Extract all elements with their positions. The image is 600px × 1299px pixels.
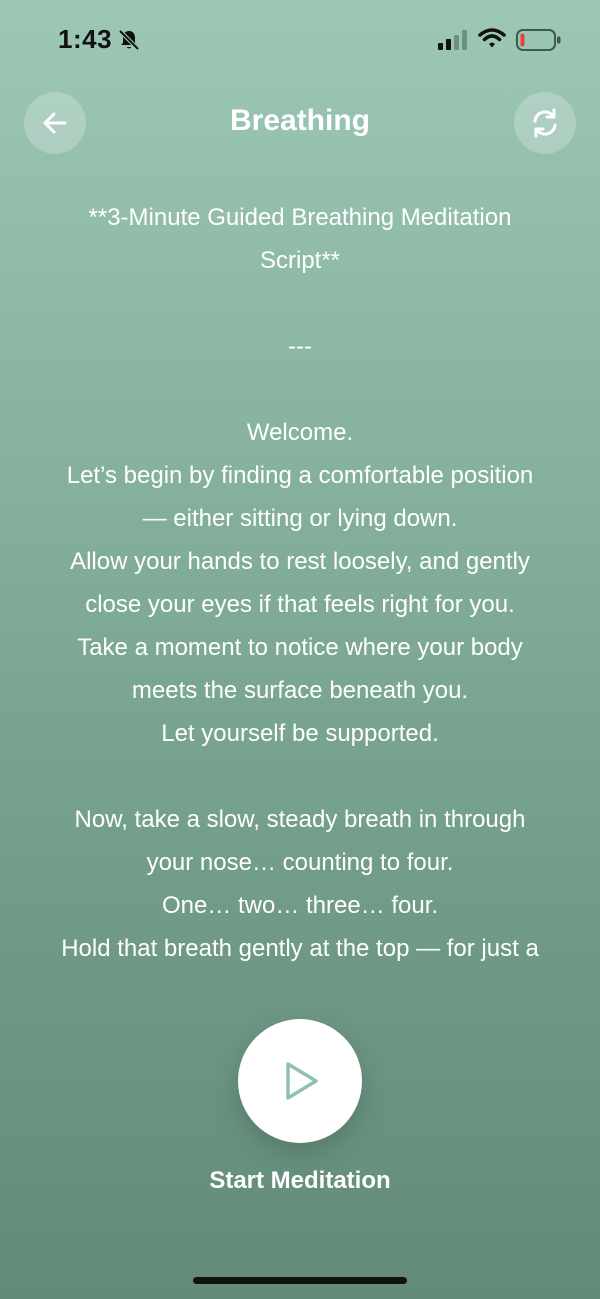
- script-line: Hold that breath gently at the top — for…: [61, 935, 539, 962]
- page-title: Breathing: [229, 104, 370, 137]
- script-line: Now, take a slow, steady breath in throu…: [74, 806, 526, 833]
- signal-icon: [438, 30, 467, 50]
- wifi-icon: [478, 28, 506, 48]
- play-button[interactable]: [238, 1019, 362, 1143]
- status-bar: 1:43: [0, 0, 600, 80]
- script-line: Take a moment to notice where your body: [77, 634, 523, 661]
- script-title: Script**: [259, 247, 341, 274]
- script-line: Let’s begin by finding a comfortable pos…: [66, 462, 534, 489]
- script-title: **3-Minute Guided Breathing Meditation: [88, 204, 512, 231]
- battery-low-icon: [516, 29, 561, 51]
- home-indicator[interactable]: [193, 1277, 407, 1284]
- script-line: Let yourself be supported.: [161, 720, 439, 747]
- status-time: 1:43: [58, 24, 113, 54]
- script-line: — either sitting or lying down.: [142, 505, 458, 532]
- meditation-script: **3-Minute Guided Breathing Meditation S…: [20, 196, 580, 974]
- script-line: Welcome.: [246, 419, 354, 446]
- refresh-icon: [533, 108, 557, 138]
- refresh-button[interactable]: [514, 92, 576, 154]
- start-meditation-label[interactable]: Start Meditation: [0, 1167, 600, 1195]
- script-line: close your eyes if that feels right for …: [85, 591, 515, 618]
- meditation-screen: 1:43 Breathing **3-Minute Guided Breathi…: [0, 0, 600, 1299]
- play-icon: [286, 1062, 318, 1100]
- script-line: One… two… three… four.: [161, 892, 439, 919]
- bell-slash-icon: [118, 29, 140, 51]
- script-line: meets the surface beneath you.: [131, 677, 469, 704]
- script-line: Allow your hands to rest loosely, and ge…: [70, 548, 530, 575]
- script-line: your nose… counting to four.: [146, 849, 454, 876]
- header: Breathing: [0, 90, 600, 154]
- script-divider: ---: [288, 333, 312, 360]
